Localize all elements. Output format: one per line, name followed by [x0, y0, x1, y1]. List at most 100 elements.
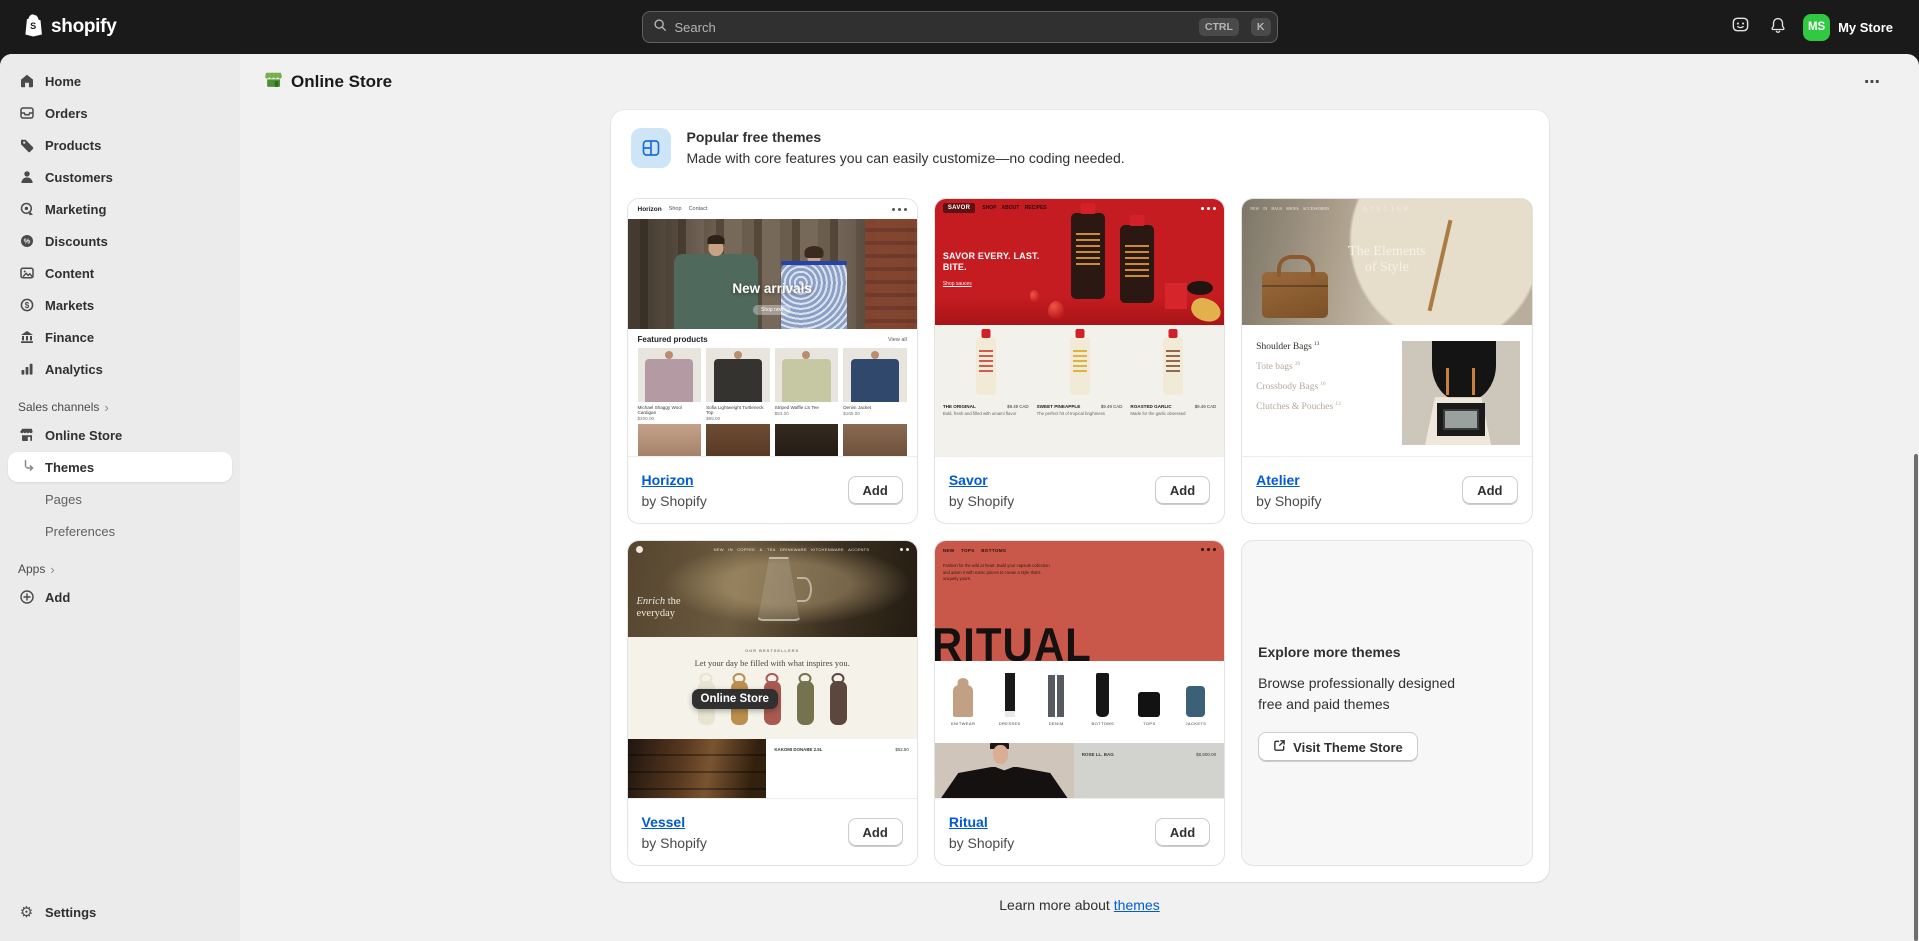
hero-image: New arrivals Shop now — [628, 219, 917, 329]
page-header: Online Store ⋯ — [240, 54, 1919, 110]
theme-author: by Shopify — [1256, 493, 1321, 509]
section-header: Popular free themes Made with core featu… — [627, 126, 1533, 168]
hero-image: NEW IN BAGS SHOES ACCESSORIES ATELIER Th… — [1242, 199, 1531, 325]
page-footer: Learn more aboutthemes — [240, 897, 1919, 913]
shopify-wordmark: shopify — [51, 16, 116, 38]
sidebar-item-discounts[interactable]: % Discounts — [8, 226, 232, 256]
preview-nav-icons — [892, 208, 907, 211]
orders-icon — [18, 105, 35, 121]
sidebar-item-markets[interactable]: $ Markets — [8, 290, 232, 320]
theme-name-link[interactable]: Horizon — [642, 472, 694, 488]
sidekick-button[interactable] — [1724, 11, 1756, 43]
sidekick-icon — [1731, 15, 1750, 39]
nested-arrow-icon — [22, 459, 36, 476]
theme-name-link[interactable]: Ritual — [949, 814, 988, 830]
visit-theme-store-button[interactable]: Visit Theme Store — [1258, 732, 1418, 762]
sidebar-item-home[interactable]: Home — [8, 66, 232, 96]
svg-text:$: $ — [24, 301, 29, 310]
theme-card-horizon: Horizon Shop Contact New arrivals Shop n… — [627, 198, 918, 524]
explore-more-themes-card: Explore more themes Browse professionall… — [1241, 540, 1532, 866]
preview-brand: RITUAL — [935, 622, 1092, 661]
theme-preview-ritual[interactable]: NEW TOPS BOTTOMS Fashion for the wild at… — [935, 541, 1224, 799]
theme-name-link[interactable]: Savor — [949, 472, 988, 488]
category-image — [1402, 341, 1520, 445]
global-search[interactable]: CTRL K — [642, 11, 1278, 43]
theme-card-vessel: Online Store NEW IN COFFEE & TEA DRINKWA… — [627, 540, 918, 866]
shortcut-k-key: K — [1251, 18, 1271, 36]
percent-badge-icon: % — [18, 233, 35, 249]
sidebar-item-products[interactable]: Products — [8, 130, 232, 160]
sidebar-section-apps[interactable]: Apps › — [8, 548, 232, 582]
online-store-tooltip: Online Store — [692, 689, 778, 709]
hero-image: SAVOR SHOP ABOUT RECIPES SAVOR EV — [935, 199, 1224, 325]
storefront-icon — [18, 427, 35, 443]
theme-card-savor: SAVOR SHOP ABOUT RECIPES SAVOR EV — [934, 198, 1225, 524]
shopify-logo[interactable]: S shopify — [22, 13, 116, 42]
gear-icon: ⚙ — [18, 905, 35, 920]
lifestyle-image — [628, 739, 767, 799]
add-theme-button[interactable]: Add — [848, 476, 903, 505]
sidebar-item-preferences[interactable]: Preferences — [8, 516, 232, 546]
theme-author: by Shopify — [642, 835, 707, 851]
sidebar-section-sales-channels[interactable]: Sales channels › — [8, 386, 232, 420]
theme-name-link[interactable]: Atelier — [1256, 472, 1300, 488]
page-overflow-menu-button[interactable]: ⋯ — [1856, 70, 1889, 94]
sidebar-item-orders[interactable]: Orders — [8, 98, 232, 128]
add-theme-button[interactable]: Add — [848, 818, 903, 847]
model-image — [935, 743, 1074, 799]
tag-icon — [18, 137, 35, 153]
store-menu[interactable]: MS My Store — [1800, 11, 1901, 44]
explore-title: Explore more themes — [1258, 644, 1515, 660]
bar-chart-icon — [18, 361, 35, 377]
preview-brand: Horizon — [638, 206, 662, 213]
theme-author: by Shopify — [949, 493, 1014, 509]
sidebar-item-content[interactable]: Content — [8, 258, 232, 288]
theme-author: by Shopify — [949, 835, 1014, 851]
theme-preview-horizon[interactable]: Horizon Shop Contact New arrivals Shop n… — [628, 199, 917, 457]
theme-name-link[interactable]: Vessel — [642, 814, 686, 830]
page-title: Online Store — [291, 72, 392, 92]
search-icon — [653, 18, 667, 37]
sidebar-item-pages[interactable]: Pages — [8, 484, 232, 514]
chevron-right-icon: › — [50, 563, 54, 576]
svg-text:%: % — [23, 237, 30, 246]
theme-card-ritual: NEW TOPS BOTTOMS Fashion for the wild at… — [934, 540, 1225, 866]
themes-help-link[interactable]: themes — [1114, 897, 1160, 913]
shortcut-ctrl-key: CTRL — [1199, 18, 1239, 36]
theme-card-atelier: NEW IN BAGS SHOES ACCESSORIES ATELIER Th… — [1241, 198, 1532, 524]
search-input[interactable] — [675, 20, 1187, 35]
main-area: Online Store ⋯ Popular free themes Made … — [240, 54, 1919, 941]
section-subtitle: Made with core features you can easily c… — [687, 150, 1125, 166]
add-theme-button[interactable]: Add — [1155, 476, 1210, 505]
preview-brand: SAVOR — [943, 203, 975, 213]
sidebar-item-marketing[interactable]: Marketing — [8, 194, 232, 224]
sidebar-item-add-app[interactable]: Add — [8, 582, 232, 612]
person-icon — [18, 169, 35, 185]
notifications-button[interactable] — [1762, 11, 1794, 43]
sidebar-item-customers[interactable]: Customers — [8, 162, 232, 192]
hero-image: NEW IN COFFEE & TEA DRINKWARE KITCHENWAR… — [628, 541, 917, 637]
svg-text:S: S — [30, 21, 36, 31]
chevron-right-icon: › — [104, 401, 108, 414]
sidebar-item-settings[interactable]: ⚙ Settings — [8, 897, 232, 927]
theme-preview-vessel[interactable]: Online Store NEW IN COFFEE & TEA DRINKWA… — [628, 541, 917, 799]
external-link-icon — [1273, 739, 1286, 755]
theme-preview-savor[interactable]: SAVOR SHOP ABOUT RECIPES SAVOR EV — [935, 199, 1224, 457]
sidebar-item-finance[interactable]: Finance — [8, 322, 232, 352]
app-frame: Home Orders Products Customers Marketing… — [0, 54, 1919, 941]
bank-icon — [18, 329, 35, 345]
plus-circle-icon — [18, 589, 35, 605]
hero-image: NEW TOPS BOTTOMS Fashion for the wild at… — [935, 541, 1224, 661]
add-theme-button[interactable]: Add — [1462, 476, 1517, 505]
sidebar: Home Orders Products Customers Marketing… — [0, 54, 240, 941]
theme-preview-atelier[interactable]: NEW IN BAGS SHOES ACCESSORIES ATELIER Th… — [1242, 199, 1531, 457]
scrollbar[interactable] — [1914, 454, 1918, 941]
sidebar-item-online-store[interactable]: Online Store — [8, 420, 232, 450]
store-name: My Store — [1838, 20, 1893, 35]
add-theme-button[interactable]: Add — [1155, 818, 1210, 847]
globe-dollar-icon: $ — [18, 297, 35, 313]
target-icon — [18, 201, 35, 217]
sidebar-item-themes[interactable]: Themes — [8, 452, 232, 482]
sidebar-item-analytics[interactable]: Analytics — [8, 354, 232, 384]
online-store-icon — [264, 70, 283, 94]
